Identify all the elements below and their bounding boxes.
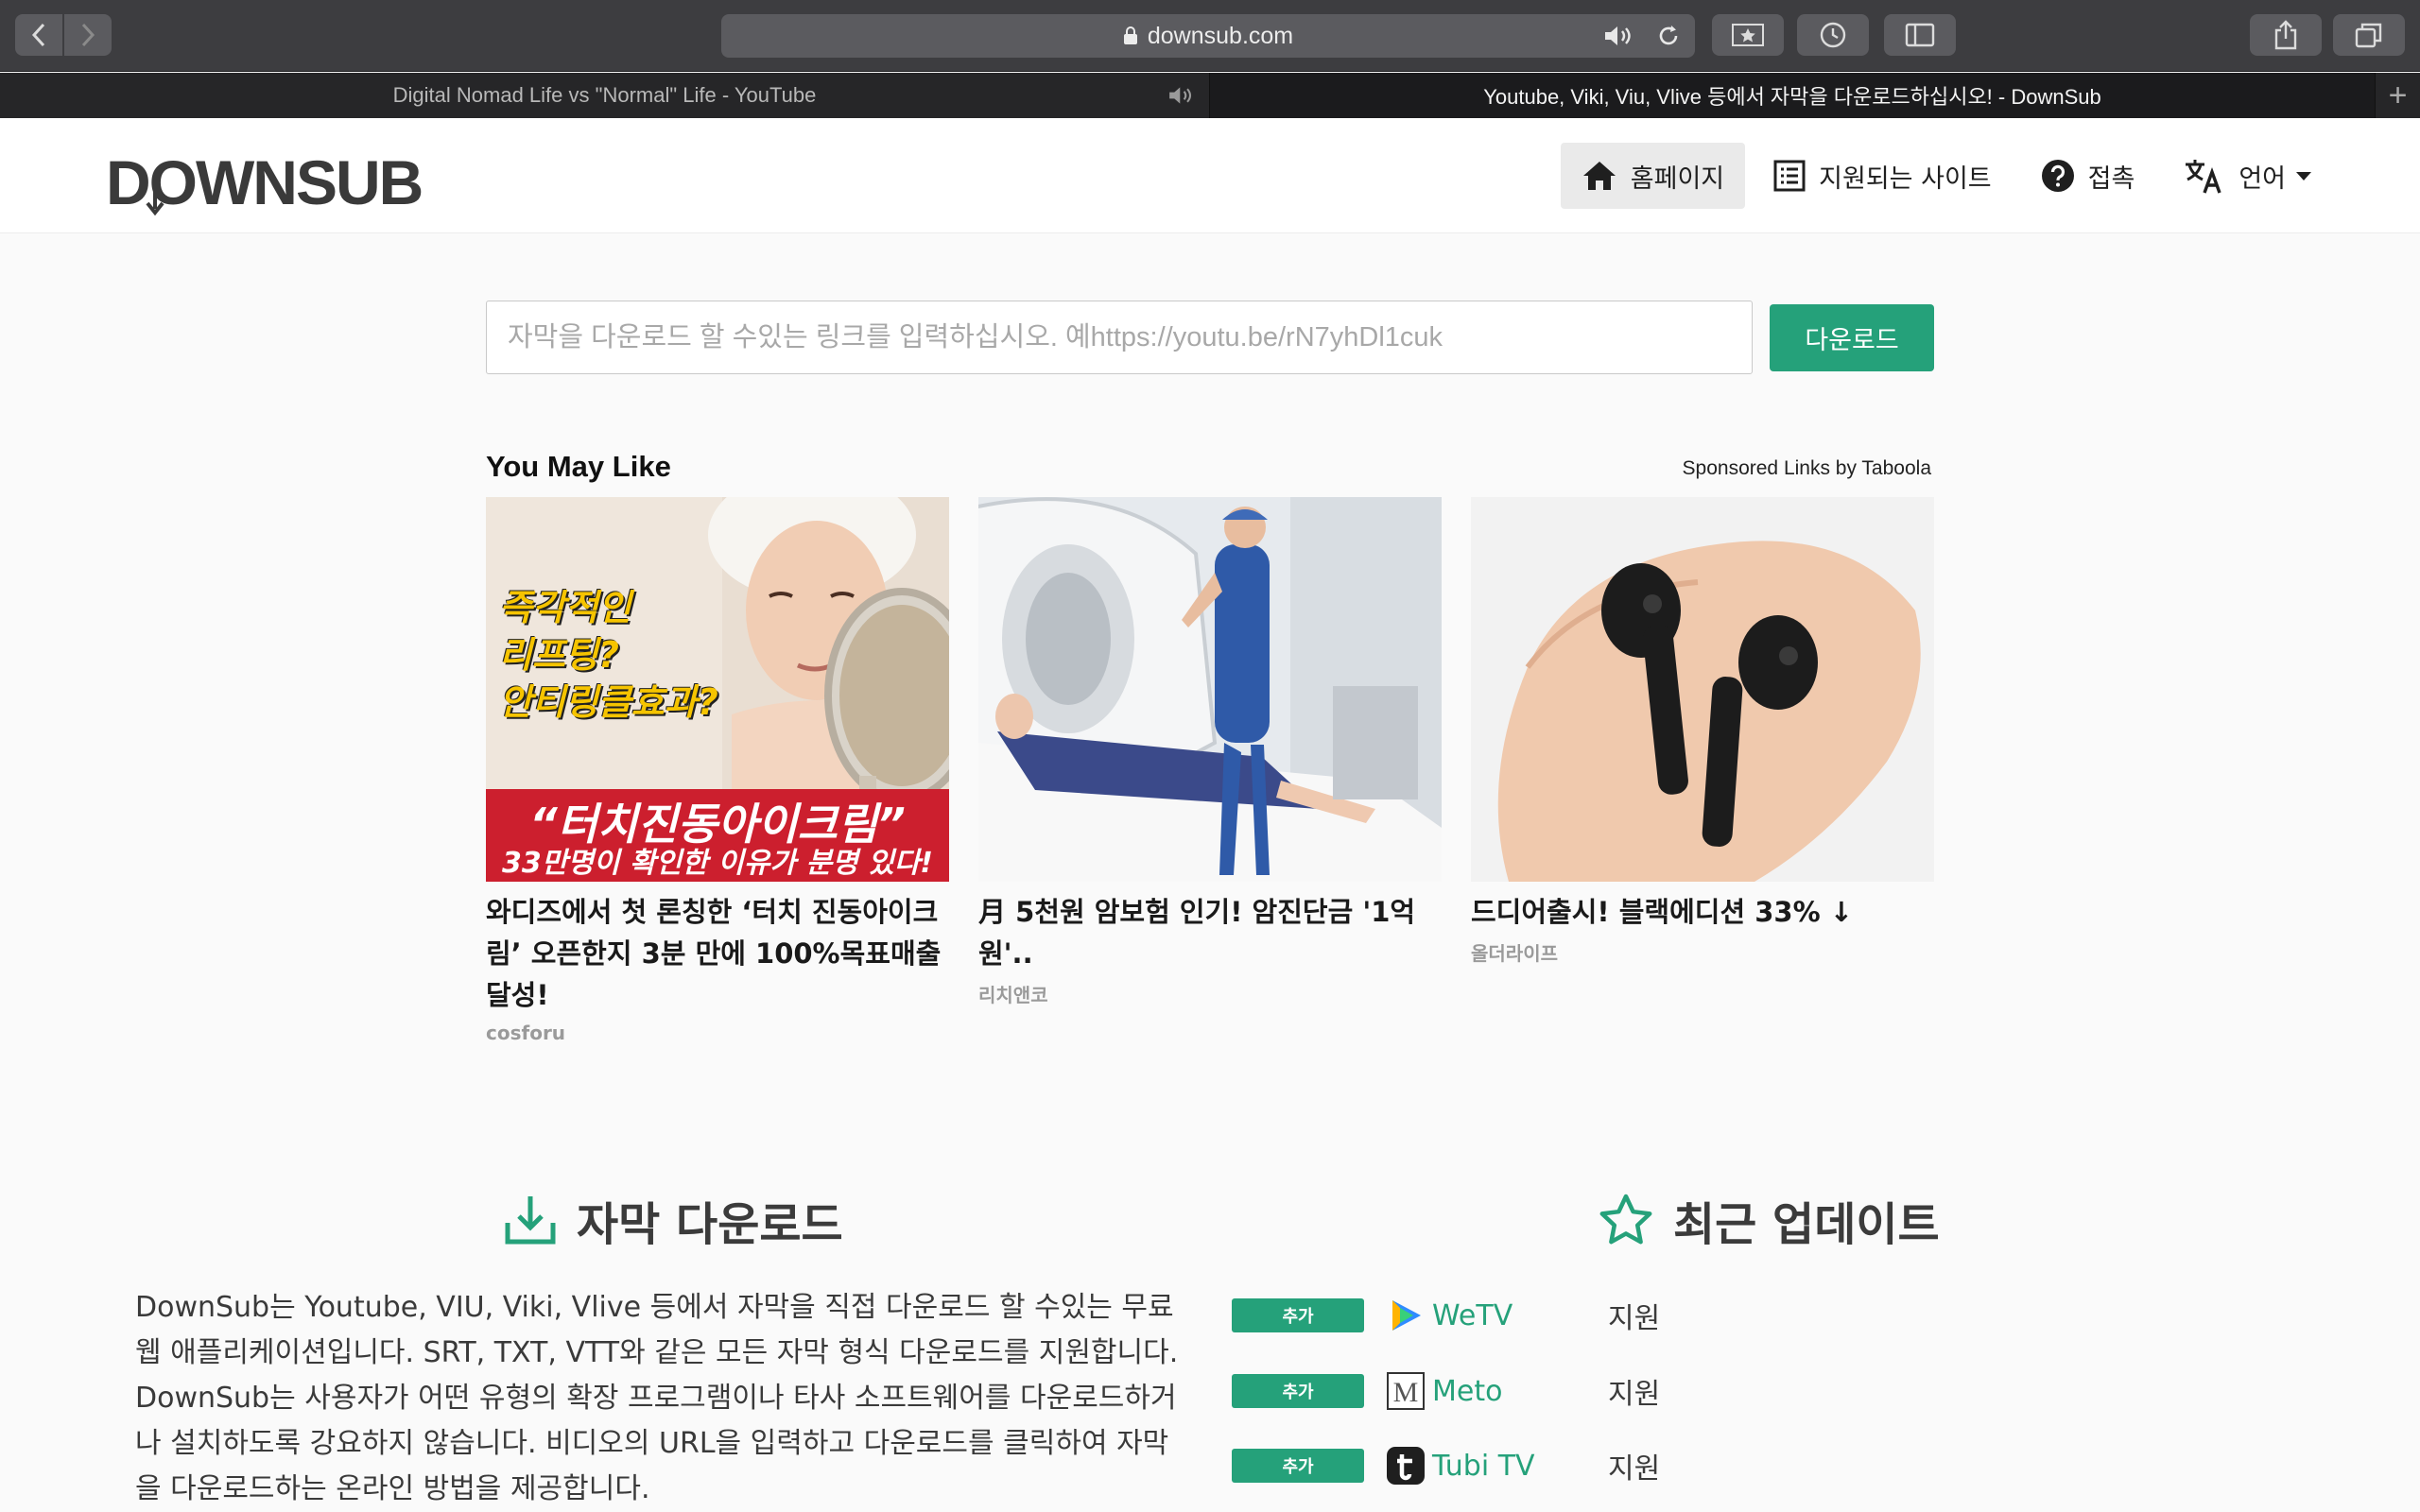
tab-overview-button[interactable] (2333, 14, 2405, 56)
update-status: 지원 (1608, 1302, 1661, 1335)
update-site-link[interactable]: WeTV (1432, 1299, 1574, 1332)
update-row: 추가 Tubi TV 지원 (1232, 1441, 1704, 1490)
added-badge: 추가 (1232, 1298, 1364, 1332)
sponsored-card[interactable]: 즉각적인 리프팅? 안티링클효과? “터치진동아이크림” 33만명이 확인한 이… (486, 497, 949, 1044)
speaker-icon[interactable] (1602, 23, 1636, 49)
update-row: 추가 M Meto 지원 (1232, 1366, 1704, 1416)
tabs-icon (2355, 23, 2382, 48)
forward-button[interactable] (64, 14, 112, 56)
ct-scanner-image (978, 497, 1442, 882)
added-badge: 추가 (1232, 1449, 1364, 1483)
download-button[interactable]: 다운로드 (1770, 304, 1934, 371)
home-icon (1582, 162, 1616, 190)
update-row: 추가 WeTV 지원 (1232, 1291, 1704, 1340)
site-description: DownSub는 Youtube, VIU, Viki, Vlive 등에서 자… (135, 1291, 1179, 1505)
share-icon (2274, 20, 2297, 50)
menu-contact[interactable]: 접촉 (2020, 143, 2156, 209)
reload-icon[interactable] (1655, 23, 1682, 49)
menu-label: 지원되는 사이트 (1819, 163, 1992, 194)
updates-section-title: 최근 업데이트 (1598, 1187, 1940, 1253)
speaker-icon[interactable] (1166, 84, 1198, 107)
download-icon (505, 1196, 556, 1245)
card-headline[interactable]: 드디어출시! 블랙에디션 33% ↓ (1471, 891, 1934, 933)
address-bar[interactable]: downsub.com (721, 14, 1695, 58)
thumb-text-line: 즉각적인 (499, 587, 631, 628)
thumb-text-line: 안티링클효과? (499, 681, 718, 723)
section-title-text: 최근 업데이트 (1673, 1198, 1940, 1251)
svg-text:M: M (1393, 1377, 1419, 1408)
bookmarks-button[interactable] (1712, 14, 1784, 56)
url-text: downsub.com (1147, 22, 1294, 49)
earbuds-hand-image (1471, 497, 1934, 882)
back-button[interactable] (15, 14, 62, 56)
thumb-banner-sub: 33만명이 확인한 이유가 분명 있다! (501, 847, 933, 880)
update-site-link[interactable]: Meto (1432, 1375, 1574, 1408)
card-brand: 리치앤코 (978, 984, 1048, 1006)
list-icon (1773, 160, 1806, 192)
menu-supported-sites[interactable]: 지원되는 사이트 (1753, 143, 2012, 209)
section-title-text: 자막 다운로드 (577, 1198, 843, 1251)
wetv-icon (1387, 1297, 1425, 1334)
tubi-icon (1387, 1447, 1425, 1485)
meto-icon: M (1387, 1372, 1425, 1410)
menu-home[interactable]: 홈페이지 (1560, 143, 1746, 209)
chevron-left-icon (31, 23, 45, 47)
card-thumbnail[interactable]: 즉각적인 리프팅? 안티링클효과? “터치진동아이크림” 33만명이 확인한 이… (486, 497, 949, 882)
thumb-text-line: 리프팅? (499, 634, 619, 676)
logo-arrow-icon (146, 192, 164, 216)
feed-title: You May Like (486, 450, 671, 483)
new-tab-button[interactable]: + (2375, 73, 2420, 118)
history-button[interactable] (1797, 14, 1869, 56)
sponsored-card[interactable]: 月 5천원 암보험 인기! 암진단금 '1억원'.. 리치앤코 (978, 497, 1442, 1007)
tab-title: Youtube, Viki, Viu, Vlive 등에서 자막을 다운로드하십… (1483, 85, 2101, 109)
card-brand: 올더라이프 (1471, 942, 1558, 965)
site-header: DOWNSUB 홈페이지 지원되는 사이트 접촉 언어 (0, 118, 2420, 233)
chevron-right-icon (81, 23, 95, 47)
tab-youtube[interactable]: Digital Nomad Life vs "Normal" Life - Yo… (0, 73, 1210, 118)
subtitle-url-input[interactable] (486, 301, 1753, 374)
help-circle-icon (2041, 160, 2074, 192)
translate-icon (2186, 160, 2221, 194)
update-site-link[interactable]: Tubi TV (1432, 1450, 1574, 1483)
sidebar-button[interactable] (1884, 14, 1956, 56)
star-bookmark-icon (1732, 24, 1764, 46)
tab-title: Digital Nomad Life vs "Normal" Life - Yo… (392, 83, 817, 107)
browser-toolbar: downsub.com (0, 0, 2420, 72)
card-thumbnail[interactable] (978, 497, 1442, 882)
sponsored-card[interactable]: 드디어출시! 블랙에디션 33% ↓ 올더라이프 (1471, 497, 1934, 966)
update-status: 지원 (1608, 1452, 1661, 1486)
download-section-title: 자막 다운로드 (503, 1187, 843, 1253)
menu-label: 언어 (2238, 163, 2286, 194)
tab-downsub[interactable]: Youtube, Viki, Viu, Vlive 등에서 자막을 다운로드하십… (1210, 73, 2375, 118)
card-headline[interactable]: 月 5천원 암보험 인기! 암진단금 '1억원'.. (978, 891, 1442, 974)
sponsor-link[interactable]: Sponsored Links by Taboola (1683, 457, 1931, 480)
added-badge: 추가 (1232, 1374, 1364, 1408)
share-button[interactable] (2250, 14, 2322, 56)
main-menu: 홈페이지 지원되는 사이트 접촉 언어 (1553, 143, 2346, 209)
menu-label: 홈페이지 (1630, 163, 1725, 194)
clock-icon (1820, 22, 1846, 48)
menu-label: 접촉 (2087, 163, 2135, 194)
tab-bar: Digital Nomad Life vs "Normal" Life - Yo… (0, 73, 2420, 118)
star-outline-icon (1599, 1194, 1652, 1245)
caret-down-icon (2296, 172, 2311, 180)
update-status: 지원 (1608, 1378, 1661, 1411)
card-headline[interactable]: 와디즈에서 첫 론칭한 ‘터치 진동아이크림’ 오픈한지 3분 만에 100%목… (486, 891, 949, 1016)
menu-language[interactable]: 언어 (2163, 143, 2346, 209)
sidebar-icon (1905, 23, 1935, 47)
card-brand: cosforu (486, 1022, 566, 1044)
card-thumbnail[interactable] (1471, 497, 1934, 882)
lock-icon (1123, 26, 1137, 44)
